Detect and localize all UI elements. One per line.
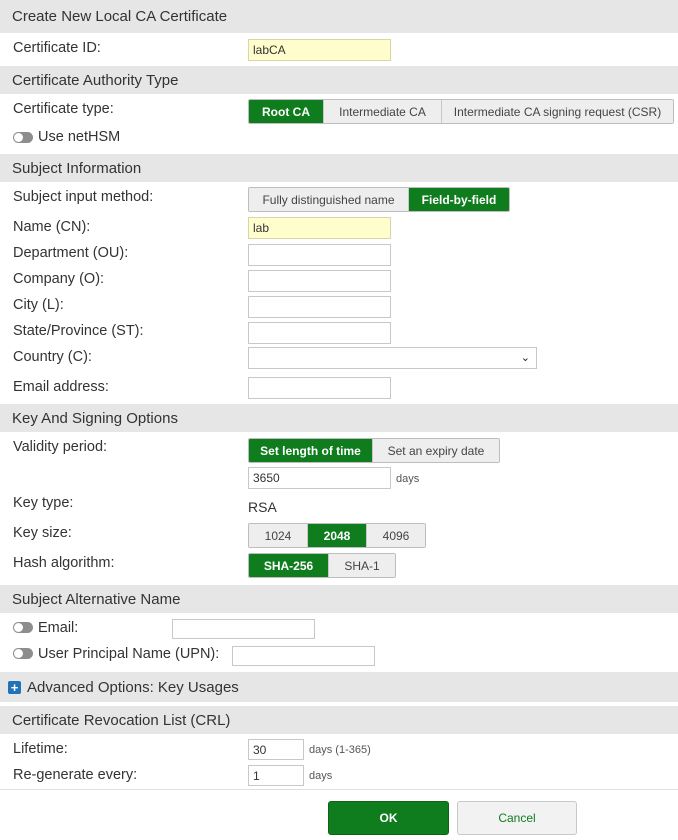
certificate-type-label: Certificate type: (13, 101, 114, 117)
option-1024[interactable]: 1024 (249, 524, 308, 547)
advanced-options-label: Advanced Options: Key Usages (27, 678, 239, 696)
subject-header: Subject Information (0, 154, 678, 182)
option-2048[interactable]: 2048 (308, 524, 367, 547)
certificate-id-input[interactable] (248, 39, 391, 61)
dialog-title-text: Create New Local CA Certificate (12, 8, 228, 25)
certificate-id-label: Certificate ID: (13, 40, 101, 56)
email-address-input[interactable] (248, 377, 391, 399)
crl-lifetime-label: Lifetime: (13, 741, 68, 757)
country-select[interactable]: ⌄ (248, 347, 537, 369)
option-root-ca[interactable]: Root CA (249, 100, 324, 123)
key-type-label: Key type: (13, 495, 74, 511)
city-label: City (L): (13, 297, 64, 313)
hash-label: Hash algorithm: (13, 555, 115, 571)
option-set-expiry[interactable]: Set an expiry date (373, 439, 499, 462)
hash-selector: SHA-256 SHA-1 (248, 553, 396, 578)
san-email-toggle[interactable] (13, 622, 33, 633)
create-ca-dialog: Create New Local CA Certificate Certific… (0, 0, 678, 840)
key-size-selector: 1024 2048 4096 (248, 523, 426, 548)
name-cn-label: Name (CN): (13, 219, 91, 235)
certificate-type-selector: Root CA Intermediate CA Intermediate CA … (248, 99, 674, 124)
nethsm-label: Use netHSM (38, 129, 121, 145)
company-input[interactable] (248, 270, 391, 292)
option-intermediate-csr[interactable]: Intermediate CA signing request (CSR) (442, 100, 673, 123)
validity-label: Validity period: (13, 439, 108, 455)
option-sha256[interactable]: SHA-256 (249, 554, 329, 577)
key-type-value: RSA (248, 499, 277, 515)
city-input[interactable] (248, 296, 391, 318)
ca-type-header: Certificate Authority Type (0, 66, 678, 94)
san-email-input[interactable] (172, 619, 315, 639)
option-sha1[interactable]: SHA-1 (329, 554, 395, 577)
department-input[interactable] (248, 244, 391, 266)
chevron-down-icon: ⌄ (520, 352, 530, 364)
validity-selector: Set length of time Set an expiry date (248, 438, 500, 463)
key-options-header-text: Key And Signing Options (12, 409, 178, 427)
key-options-header: Key And Signing Options (0, 404, 678, 432)
crl-regen-input[interactable] (248, 765, 304, 786)
nethsm-toggle[interactable] (13, 132, 33, 143)
company-label: Company (O): (13, 271, 105, 287)
san-header-text: Subject Alternative Name (12, 590, 181, 608)
department-label: Department (OU): (13, 245, 129, 261)
crl-lifetime-input[interactable] (248, 739, 304, 760)
country-label: Country (C): (13, 349, 92, 365)
crl-header-text: Certificate Revocation List (CRL) (12, 711, 231, 729)
cancel-button[interactable]: Cancel (457, 801, 577, 835)
state-input[interactable] (248, 322, 391, 344)
crl-lifetime-unit: days (1-365) (309, 744, 371, 756)
upn-label: User Principal Name (UPN): (38, 646, 220, 662)
option-intermediate-ca[interactable]: Intermediate CA (324, 100, 442, 123)
crl-regen-unit: days (309, 770, 333, 782)
plus-icon: + (8, 680, 21, 694)
option-4096[interactable]: 4096 (367, 524, 425, 547)
subject-method-label: Subject input method: (13, 189, 154, 205)
san-email-label: Email: (38, 620, 79, 636)
name-cn-input[interactable] (248, 217, 391, 239)
validity-days-unit: days (396, 473, 420, 485)
dialog-footer: OK Cancel (0, 789, 678, 840)
option-fully-distinguished[interactable]: Fully distinguished name (249, 188, 409, 211)
option-set-length[interactable]: Set length of time (249, 439, 373, 462)
upn-toggle[interactable] (13, 648, 33, 659)
key-size-label: Key size: (13, 525, 72, 541)
ca-type-header-text: Certificate Authority Type (12, 71, 179, 89)
upn-input[interactable] (232, 646, 375, 666)
subject-header-text: Subject Information (12, 159, 142, 177)
state-label: State/Province (ST): (13, 323, 144, 339)
crl-header: Certificate Revocation List (CRL) (0, 706, 678, 734)
option-field-by-field[interactable]: Field-by-field (409, 188, 509, 211)
advanced-options-header[interactable]: + Advanced Options: Key Usages (0, 672, 678, 702)
crl-regen-label: Re-generate every: (13, 767, 138, 783)
validity-days-input[interactable] (248, 467, 391, 489)
dialog-title: Create New Local CA Certificate (0, 0, 678, 33)
san-header: Subject Alternative Name (0, 585, 678, 613)
subject-method-selector: Fully distinguished name Field-by-field (248, 187, 510, 212)
email-address-label: Email address: (13, 379, 109, 395)
ok-button[interactable]: OK (328, 801, 449, 835)
